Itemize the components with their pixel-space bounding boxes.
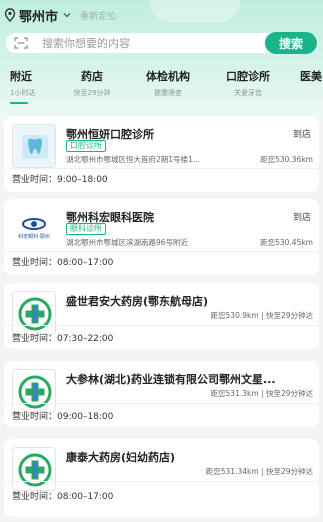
listing-card[interactable]: 科宏眼科·鄂州 鄂州科宏眼科医院 到店 眼科诊所 湖北鄂州市鄂城区滨湖南路96号… xyxy=(4,199,319,275)
city-selector[interactable]: 鄂州市 xyxy=(19,6,58,25)
divider xyxy=(4,168,319,169)
pharmacy-cross-icon xyxy=(18,297,52,331)
search-input[interactable] xyxy=(42,34,262,52)
pharmacy-thumbnail xyxy=(12,447,56,491)
business-hours: 营业时间：07:30–22:00 xyxy=(12,334,114,344)
search-bar: 搜索 xyxy=(6,32,318,54)
eye-hospital-logo-icon xyxy=(18,218,50,236)
pharmacy-thumbnail xyxy=(12,291,56,335)
tab-pharmacy[interactable]: 药店 快至29分钟 xyxy=(62,68,122,102)
divider xyxy=(4,403,319,404)
listing-distance: 距您531.34km | 快至29分钟达 xyxy=(205,467,313,476)
tab-aesthetics[interactable]: 医美 xyxy=(300,68,323,102)
divider xyxy=(4,481,319,482)
visit-store-label: 到店 xyxy=(292,130,311,140)
business-hours: 营业时间：9:00–18:00 xyxy=(12,175,108,185)
listing-card[interactable]: 盛世君安大药房(鄂东航母店) 距您530.9km | 快至29分钟达 营业时间：… xyxy=(4,283,319,349)
listing-distance: 距您530.9km | 快至29分钟达 xyxy=(210,311,313,320)
listing-address: 湖北鄂州市鄂城区恒大首府2期1号楼1... xyxy=(66,155,200,164)
category-tag: 口腔诊所 xyxy=(66,140,106,152)
listing-distance: 距您530.36km xyxy=(260,155,313,164)
listing-address: 湖北鄂州市鄂城区滨湖南路96号附近 xyxy=(66,238,189,247)
business-hours: 营业时间：08:00–17:00 xyxy=(12,258,114,268)
active-tab-indicator xyxy=(10,102,28,104)
clinic-thumbnail: 科宏眼科·鄂州 xyxy=(12,207,56,251)
visit-store-label: 到店 xyxy=(292,213,311,223)
divider xyxy=(4,325,319,326)
category-tabs: 附近 1小时达 药店 快至29分钟 体检机构 健康筛查 口腔诊所 关爱牙齿 医美 xyxy=(0,68,323,104)
divider xyxy=(4,251,319,252)
listing-card[interactable]: 大参林(湖北)药业连锁有限公司鄂州文星... 距您531.3km | 快至29分… xyxy=(4,361,319,427)
search-button[interactable]: 搜索 xyxy=(265,32,317,54)
category-tag: 眼科诊所 xyxy=(66,223,106,235)
listing-name: 盛世君安大药房(鄂东航母店) xyxy=(66,295,209,308)
relocate-link[interactable]: 重新定位 xyxy=(80,9,116,22)
scan-icon[interactable] xyxy=(14,37,28,49)
logo-text: 科宏眼科·鄂州 xyxy=(18,234,50,240)
tab-checkup[interactable]: 体检机构 健康筛查 xyxy=(138,68,198,102)
listing-distance: 距您530.45km xyxy=(260,238,313,247)
pharmacy-cross-icon xyxy=(18,375,52,409)
clinic-thumbnail xyxy=(12,124,56,168)
pharmacy-cross-icon xyxy=(18,453,52,487)
pharmacy-thumbnail xyxy=(12,369,56,413)
listing-card[interactable]: 康泰大药房(妇幼药店) 距您531.34km | 快至29分钟达 营业时间：08… xyxy=(4,439,319,517)
chevron-down-icon[interactable] xyxy=(62,10,72,20)
business-hours: 营业时间：08:00–17:00 xyxy=(12,492,114,502)
location-bar: 鄂州市 重新定位 xyxy=(0,0,323,30)
tab-nearby[interactable]: 附近 1小时达 xyxy=(10,68,40,104)
tab-dental[interactable]: 口腔诊所 关爱牙齿 xyxy=(217,68,279,102)
dental-logo-icon xyxy=(22,135,48,159)
listing-card[interactable]: 鄂州恒妍口腔诊所 到店 口腔诊所 湖北鄂州市鄂城区恒大首府2期1号楼1... 距… xyxy=(4,116,319,192)
location-pin-icon xyxy=(4,8,16,22)
listing-name: 大参林(湖北)药业连锁有限公司鄂州文星... xyxy=(66,373,276,386)
business-hours: 营业时间：09:00–18:00 xyxy=(12,412,114,422)
listing-name: 康泰大药房(妇幼药店) xyxy=(66,451,176,464)
listing-distance: 距您531.3km | 快至29分钟达 xyxy=(210,389,313,398)
